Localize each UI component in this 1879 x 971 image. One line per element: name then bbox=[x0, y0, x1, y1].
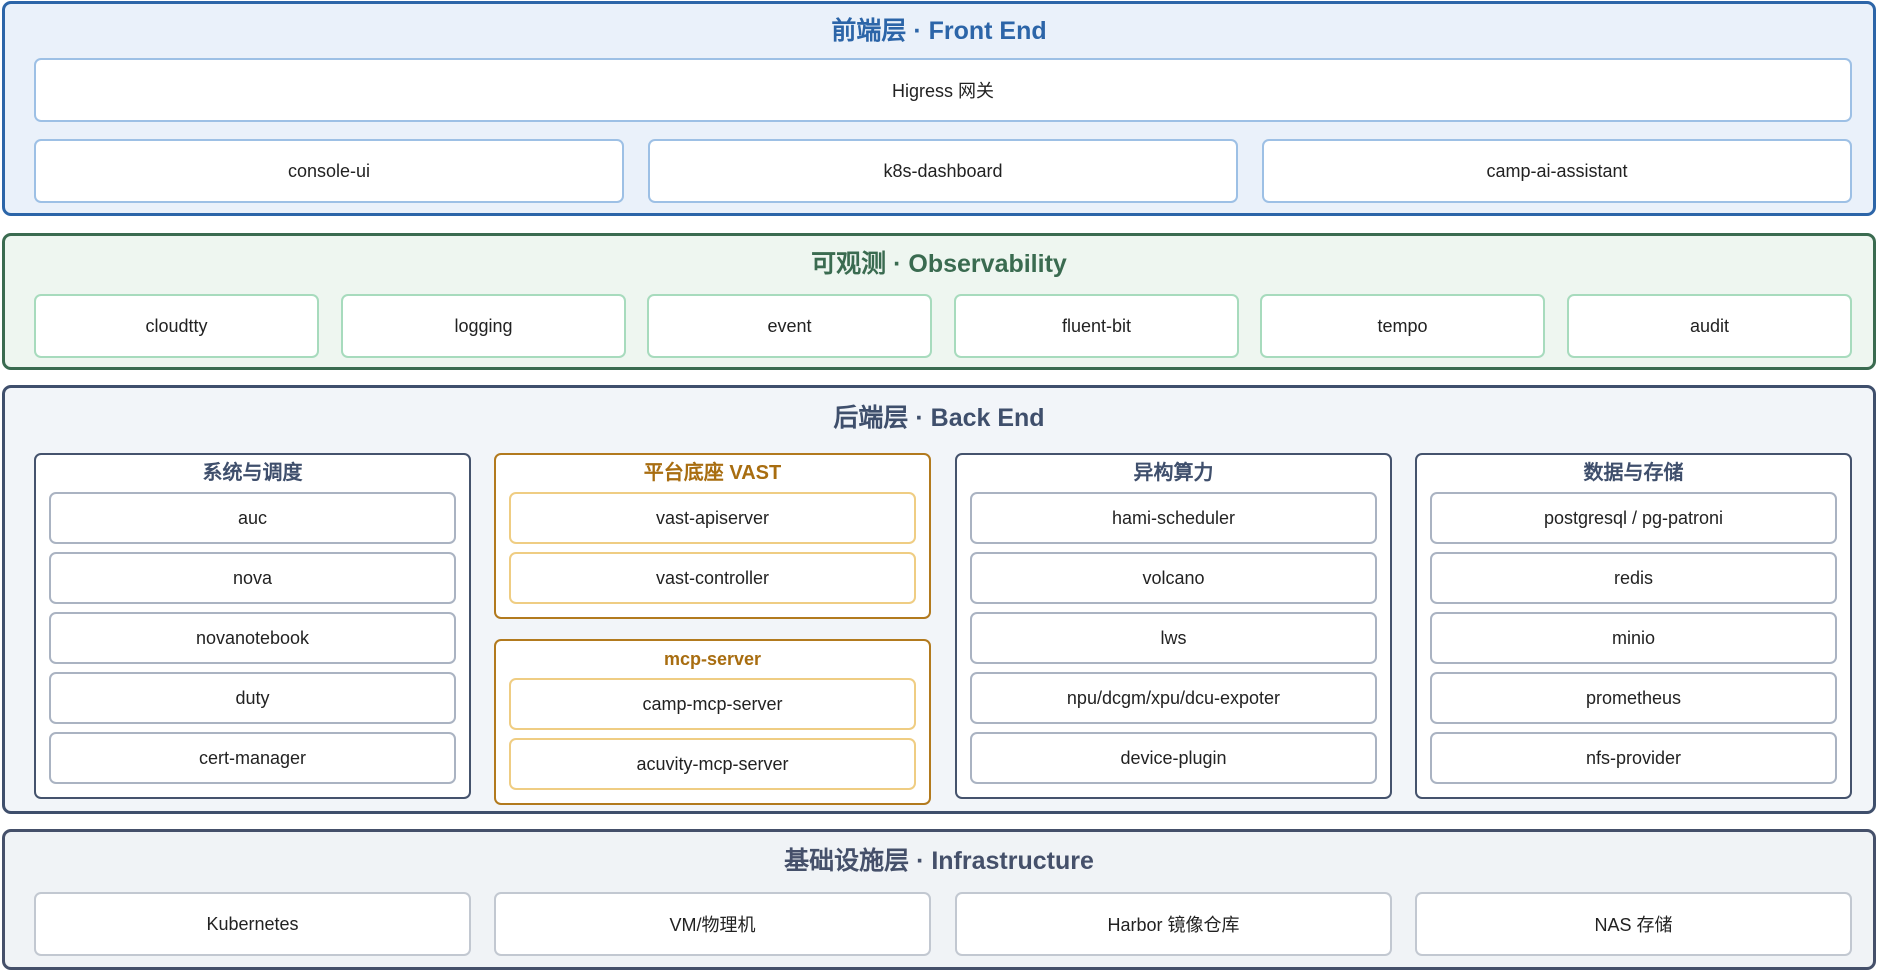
cloudtty-box: cloudtty bbox=[34, 294, 319, 358]
system-scheduling-title: 系统与调度 bbox=[202, 462, 303, 484]
higress-gateway-box: Higress 网关 bbox=[34, 58, 1852, 122]
nfs-provider-box: nfs-provider bbox=[1430, 732, 1837, 784]
kubernetes-box: Kubernetes bbox=[34, 892, 471, 956]
observability-title: 可观测 · Observability bbox=[811, 250, 1067, 278]
k8s-dashboard-box: k8s-dashboard bbox=[648, 139, 1238, 203]
mcp-server-title: mcp-server bbox=[663, 649, 762, 669]
audit-box: audit bbox=[1567, 294, 1852, 358]
acuvity-mcp-server-box: acuvity-mcp-server bbox=[509, 738, 916, 790]
exporter-box: npu/dcgm/xpu/dcu-expoter bbox=[970, 672, 1377, 724]
hami-scheduler-box: hami-scheduler bbox=[970, 492, 1377, 544]
data-storage-group: 数据与存储 postgresql / pg-patroni redis mini… bbox=[1415, 453, 1852, 799]
duty-box: duty bbox=[49, 672, 456, 724]
platform-vast-group: 平台底座 VAST vast-apiserver vast-controller bbox=[494, 453, 931, 619]
front-end-layer: 前端层 · Front End Higress 网关 console-ui k8… bbox=[2, 1, 1876, 216]
nas-storage-box: NAS 存储 bbox=[1415, 892, 1852, 956]
postgresql-box: postgresql / pg-patroni bbox=[1430, 492, 1837, 544]
back-end-title: 后端层 · Back End bbox=[833, 404, 1045, 432]
redis-box: redis bbox=[1430, 552, 1837, 604]
front-end-title: 前端层 · Front End bbox=[831, 17, 1047, 45]
nova-box: nova bbox=[49, 552, 456, 604]
heterogeneous-compute-group: 异构算力 hami-scheduler volcano lws npu/dcgm… bbox=[955, 453, 1392, 799]
vast-controller-box: vast-controller bbox=[509, 552, 916, 604]
auc-box: auc bbox=[49, 492, 456, 544]
tempo-box: tempo bbox=[1260, 294, 1545, 358]
vm-physical-box: VM/物理机 bbox=[494, 892, 931, 956]
minio-box: minio bbox=[1430, 612, 1837, 664]
observability-layer: 可观测 · Observability cloudtty logging eve… bbox=[2, 233, 1876, 370]
logging-box: logging bbox=[341, 294, 626, 358]
data-storage-title: 数据与存储 bbox=[1583, 462, 1684, 484]
infrastructure-title: 基础设施层 · Infrastructure bbox=[784, 847, 1094, 875]
infrastructure-layer: 基础设施层 · Infrastructure Kubernetes VM/物理机… bbox=[2, 829, 1876, 970]
event-box: event bbox=[647, 294, 932, 358]
cert-manager-box: cert-manager bbox=[49, 732, 456, 784]
device-plugin-box: device-plugin bbox=[970, 732, 1377, 784]
fluent-bit-box: fluent-bit bbox=[954, 294, 1239, 358]
novanotebook-box: novanotebook bbox=[49, 612, 456, 664]
console-ui-box: console-ui bbox=[34, 139, 624, 203]
camp-ai-assistant-box: camp-ai-assistant bbox=[1262, 139, 1852, 203]
system-scheduling-group: 系统与调度 auc nova novanotebook duty cert-ma… bbox=[34, 453, 471, 799]
volcano-box: volcano bbox=[970, 552, 1377, 604]
back-end-layer: 后端层 · Back End 系统与调度 auc nova novanotebo… bbox=[2, 385, 1876, 814]
heterogeneous-compute-title: 异构算力 bbox=[1133, 462, 1214, 484]
harbor-registry-box: Harbor 镜像仓库 bbox=[955, 892, 1392, 956]
camp-mcp-server-box: camp-mcp-server bbox=[509, 678, 916, 730]
vast-apiserver-box: vast-apiserver bbox=[509, 492, 916, 544]
prometheus-box: prometheus bbox=[1430, 672, 1837, 724]
platform-vast-title: 平台底座 VAST bbox=[643, 462, 782, 484]
mcp-server-group: mcp-server camp-mcp-server acuvity-mcp-s… bbox=[494, 639, 931, 805]
lws-box: lws bbox=[970, 612, 1377, 664]
